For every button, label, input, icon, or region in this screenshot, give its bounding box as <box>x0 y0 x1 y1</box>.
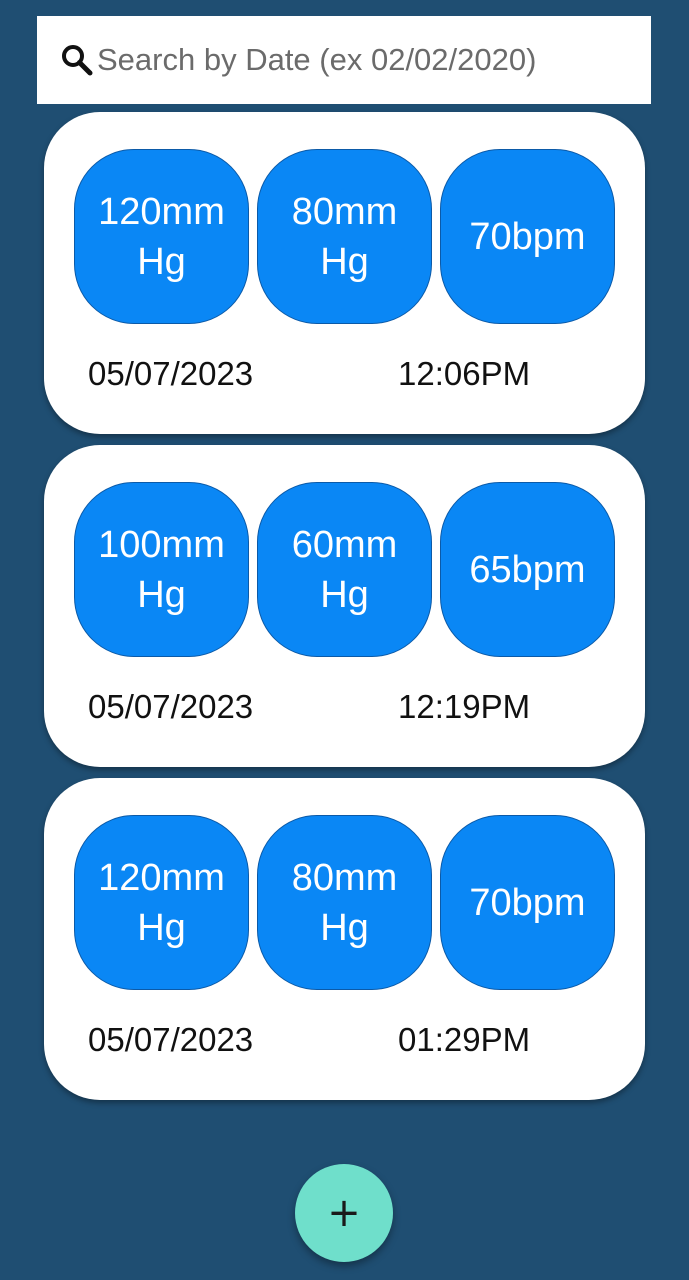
reading-date: 05/07/2023 <box>88 355 254 392</box>
add-reading-button[interactable]: + <box>295 1164 393 1262</box>
reading-date: 05/07/2023 <box>88 688 254 725</box>
pulse-value: 70bpm <box>469 881 586 924</box>
diastolic-badge: 60mm Hg <box>257 482 432 657</box>
pulse-badge: 70bpm <box>440 815 615 990</box>
reading-time: 12:06PM <box>398 355 531 392</box>
plus-icon: + <box>327 1190 361 1236</box>
systolic-value: 120mm <box>98 856 225 899</box>
diastolic-unit: Hg <box>320 573 369 616</box>
reading-card[interactable]: 120mm Hg 80mm Hg 70bpm 05/07/2023 01:29P… <box>44 778 645 1100</box>
systolic-unit: Hg <box>137 240 186 283</box>
search-input[interactable] <box>97 42 637 78</box>
diastolic-unit: Hg <box>320 906 369 949</box>
search-icon <box>59 42 95 78</box>
systolic-unit: Hg <box>137 573 186 616</box>
pulse-badge: 65bpm <box>440 482 615 657</box>
diastolic-unit: Hg <box>320 240 369 283</box>
systolic-badge: 120mm Hg <box>74 815 249 990</box>
systolic-value: 120mm <box>98 190 225 233</box>
diastolic-badge: 80mm Hg <box>257 149 432 324</box>
reading-time: 01:29PM <box>398 1021 531 1058</box>
reading-card[interactable]: 120mm Hg 80mm Hg 70bpm 05/07/2023 12:06P… <box>44 112 645 434</box>
diastolic-value: 80mm <box>291 856 398 899</box>
systolic-badge: 100mm Hg <box>74 482 249 657</box>
pulse-badge: 70bpm <box>440 149 615 324</box>
reading-card[interactable]: 100mm Hg 60mm Hg 65bpm 05/07/2023 12:19P… <box>44 445 645 767</box>
systolic-value: 100mm <box>98 523 225 566</box>
search-bar[interactable] <box>37 16 651 104</box>
pulse-value: 70bpm <box>469 215 586 258</box>
diastolic-value: 80mm <box>291 190 398 233</box>
pulse-value: 65bpm <box>469 548 586 591</box>
reading-time: 12:19PM <box>398 688 531 725</box>
systolic-unit: Hg <box>137 906 186 949</box>
reading-date: 05/07/2023 <box>88 1021 254 1058</box>
systolic-badge: 120mm Hg <box>74 149 249 324</box>
diastolic-value: 60mm <box>291 523 398 566</box>
diastolic-badge: 80mm Hg <box>257 815 432 990</box>
